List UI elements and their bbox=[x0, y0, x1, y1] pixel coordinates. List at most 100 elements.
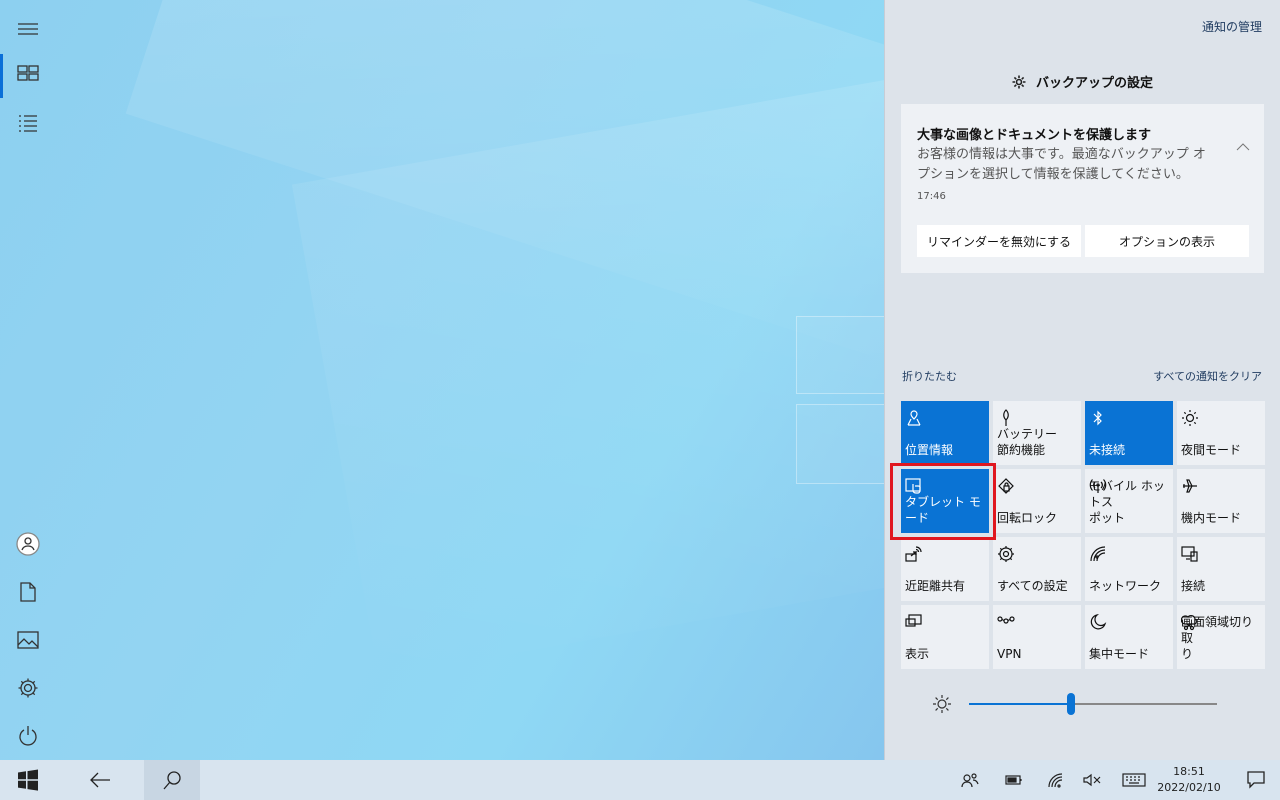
hamburger-icon bbox=[18, 23, 38, 35]
focus-assist-icon bbox=[1090, 613, 1107, 630]
tile-label: 近距離共有 bbox=[905, 579, 966, 593]
clear-all-notifications-link[interactable]: すべての通知をクリア bbox=[1153, 368, 1262, 384]
tile-label: 画面領域切り取 り bbox=[1181, 615, 1254, 661]
search-icon bbox=[163, 771, 181, 790]
list-icon bbox=[19, 115, 37, 132]
pinned-tiles-button[interactable] bbox=[0, 50, 56, 98]
tile-label: 夜間モード bbox=[1181, 443, 1242, 457]
brightness-control bbox=[901, 688, 1265, 720]
notification-group-header[interactable]: バックアップの設定 bbox=[885, 72, 1280, 91]
group-title: バックアップの設定 bbox=[1035, 76, 1153, 91]
tile-night-light[interactable]: 夜間モード bbox=[1177, 401, 1265, 465]
airplane-icon bbox=[1183, 479, 1197, 493]
chevron-up-icon bbox=[1236, 143, 1250, 151]
tile-label: 機内モード bbox=[1181, 511, 1242, 525]
brightness-slider[interactable] bbox=[969, 693, 1217, 715]
tile-location[interactable]: 位置情報 bbox=[901, 401, 989, 465]
nearby-share-icon bbox=[905, 546, 922, 562]
tile-label: 接続 bbox=[1181, 579, 1206, 593]
tile-label: 位置情報 bbox=[905, 443, 954, 457]
action-center-button[interactable] bbox=[1232, 760, 1280, 800]
tile-label: タブレット モード bbox=[905, 495, 981, 525]
quick-actions-grid: 位置情報 バッテリー 節約機能 未接続 夜間モード タブレット モード 回転ロッ… bbox=[901, 401, 1265, 669]
windows-logo-icon bbox=[18, 769, 38, 791]
tile-label: VPN bbox=[997, 647, 1022, 661]
brightness-slider-fill bbox=[969, 703, 1071, 705]
rotation-lock-icon bbox=[998, 478, 1014, 494]
pictures-button[interactable] bbox=[0, 617, 56, 663]
all-apps-button[interactable] bbox=[0, 100, 56, 146]
tiles-icon bbox=[17, 65, 39, 81]
hamburger-menu-button[interactable] bbox=[0, 6, 56, 52]
clock-time: 18:51 bbox=[1173, 765, 1205, 778]
tile-airplane-mode[interactable]: 機内モード bbox=[1177, 469, 1265, 533]
manage-notifications-link[interactable]: 通知の管理 bbox=[1202, 18, 1262, 35]
desktop-wallpaper bbox=[0, 0, 884, 760]
tile-tablet-mode[interactable]: タブレット モード bbox=[901, 469, 989, 533]
tile-bluetooth[interactable]: 未接続 bbox=[1085, 401, 1173, 465]
notification-body: お客様の情報は大事です。最適なバックアップ オプションを選択して情報を保護してく… bbox=[917, 147, 1206, 182]
tile-vpn[interactable]: VPN bbox=[993, 605, 1081, 669]
disable-reminder-button[interactable]: リマインダーを無効にする bbox=[917, 225, 1081, 257]
tile-all-settings[interactable]: すべての設定 bbox=[993, 537, 1081, 601]
tile-label: モバイル ホットス ポット bbox=[1089, 479, 1165, 525]
people-icon bbox=[961, 773, 979, 788]
tile-mobile-hotspot[interactable]: モバイル ホットス ポット bbox=[1085, 469, 1173, 533]
clock-date: 2022/02/10 bbox=[1157, 781, 1221, 794]
bluetooth-icon bbox=[1093, 410, 1102, 426]
network-status-button[interactable] bbox=[1046, 770, 1066, 790]
power-icon bbox=[19, 726, 37, 746]
people-button[interactable] bbox=[960, 770, 980, 790]
user-account-button[interactable] bbox=[0, 521, 56, 567]
tile-project[interactable]: 表示 bbox=[901, 605, 989, 669]
action-center: 通知の管理 バックアップの設定 大事な画像とドキュメントを保護します お客様の情… bbox=[884, 0, 1280, 760]
picture-icon bbox=[17, 631, 39, 649]
network-icon bbox=[1090, 546, 1106, 562]
tile-label: 集中モード bbox=[1089, 647, 1150, 661]
tile-label: すべての設定 bbox=[997, 579, 1068, 593]
project-icon bbox=[905, 614, 922, 627]
gear-icon bbox=[1012, 75, 1026, 88]
back-button[interactable] bbox=[72, 760, 128, 800]
battery-icon bbox=[1005, 775, 1022, 785]
notification-title: 大事な画像とドキュメントを保護します bbox=[917, 128, 1152, 143]
settings-button[interactable] bbox=[0, 665, 56, 711]
brightness-icon bbox=[933, 695, 951, 713]
user-avatar-icon bbox=[16, 532, 40, 556]
back-arrow-icon bbox=[90, 772, 110, 788]
location-icon bbox=[907, 410, 921, 426]
tile-label: 回転ロック bbox=[997, 511, 1058, 525]
notification-card[interactable]: 大事な画像とドキュメントを保護します お客様の情報は大事です。最適なバックアップ… bbox=[901, 104, 1264, 273]
touch-keyboard-button[interactable] bbox=[1122, 770, 1146, 790]
settings-icon bbox=[998, 546, 1014, 562]
tile-nearby-share[interactable]: 近距離共有 bbox=[901, 537, 989, 601]
search-button[interactable] bbox=[144, 760, 200, 800]
tile-rotation-lock[interactable]: 回転ロック bbox=[993, 469, 1081, 533]
tile-screen-snip[interactable]: 画面領域切り取 り bbox=[1177, 605, 1265, 669]
gear-icon bbox=[18, 678, 38, 698]
start-button[interactable] bbox=[0, 760, 56, 800]
brightness-slider-thumb[interactable] bbox=[1067, 693, 1075, 715]
notification-icon bbox=[1247, 771, 1265, 789]
documents-button[interactable] bbox=[0, 569, 56, 615]
document-icon bbox=[20, 582, 36, 602]
notification-time: 17:46 bbox=[917, 191, 946, 202]
taskbar-clock[interactable]: 18:51 2022/02/10 bbox=[1150, 764, 1228, 796]
show-options-button[interactable]: オプションの表示 bbox=[1085, 225, 1249, 257]
tile-focus-assist[interactable]: 集中モード bbox=[1085, 605, 1173, 669]
wifi-icon bbox=[1048, 773, 1063, 788]
collapse-link[interactable]: 折りたたむ bbox=[902, 368, 957, 384]
tile-label: 未接続 bbox=[1089, 443, 1126, 457]
battery-button[interactable] bbox=[1004, 770, 1024, 790]
power-button[interactable] bbox=[0, 713, 56, 759]
night-light-icon bbox=[1182, 410, 1198, 426]
volume-button[interactable] bbox=[1082, 770, 1102, 790]
vpn-icon bbox=[997, 616, 1015, 624]
start-rail bbox=[0, 0, 56, 760]
tile-battery-saver[interactable]: バッテリー 節約機能 bbox=[993, 401, 1081, 465]
taskbar: 18:51 2022/02/10 bbox=[0, 760, 1280, 800]
tile-label: 表示 bbox=[905, 647, 930, 661]
collapse-notification-button[interactable] bbox=[1236, 136, 1250, 155]
tile-connect[interactable]: 接続 bbox=[1177, 537, 1265, 601]
tile-network[interactable]: ネットワーク bbox=[1085, 537, 1173, 601]
